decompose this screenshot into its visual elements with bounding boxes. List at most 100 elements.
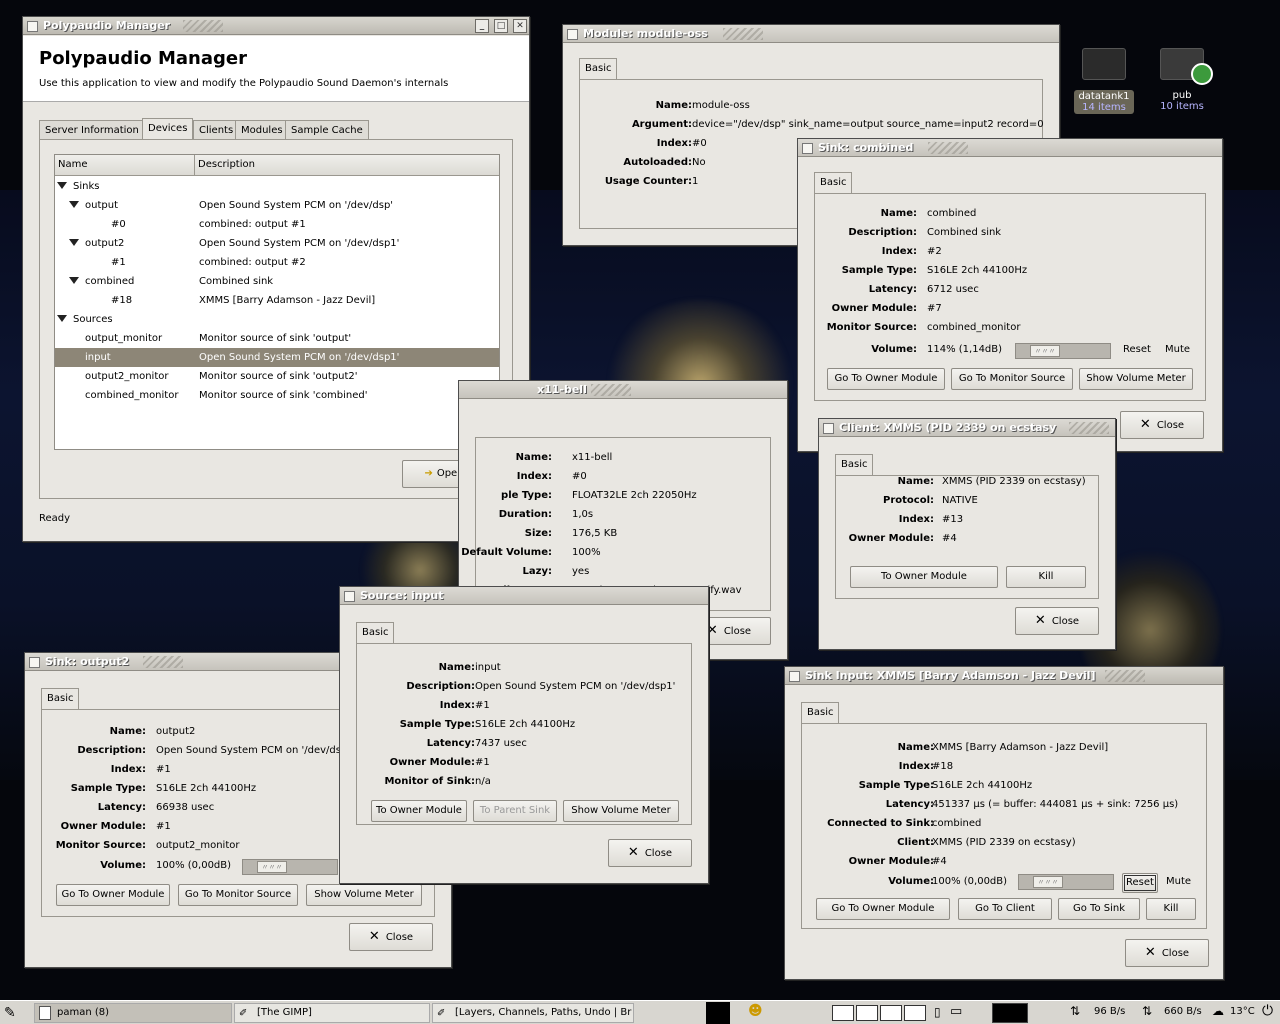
workspace-3[interactable] — [880, 1005, 902, 1021]
field-label: Name: — [897, 742, 934, 753]
maximize-icon[interactable]: □ — [494, 19, 508, 33]
weather-temp: 13°C — [1230, 1006, 1255, 1017]
tree-row[interactable]: Sources — [55, 310, 499, 329]
volume-slider[interactable]: 〃〃〃 — [1018, 874, 1114, 890]
sink-combined-window: Sink: combined Basic Name: combined Descri… — [797, 138, 1223, 452]
expander-icon[interactable] — [57, 182, 67, 189]
to-owner-module-button[interactable]: To Owner Module — [850, 566, 998, 588]
window-menu-icon[interactable] — [27, 21, 38, 32]
expander-icon[interactable] — [69, 201, 79, 208]
to-owner-module-button[interactable]: To Owner Module — [371, 800, 467, 822]
tab-basic[interactable]: Basic — [814, 172, 853, 194]
reset-button[interactable]: Reset — [1122, 873, 1158, 893]
title-bar[interactable]: Sink: combined — [798, 139, 1222, 157]
foot-menu-icon[interactable]: ✎ — [4, 1005, 16, 1021]
volume-slider-handle[interactable]: 〃〃〃 — [1033, 876, 1063, 888]
task-gimp-layers[interactable]: ✐ [Layers, Channels, Paths, Undo | Br — [432, 1003, 634, 1023]
tab-basic[interactable]: Basic — [835, 454, 874, 476]
title-bar[interactable]: Client: XMMS (PID 2339 on ecstasy — [819, 419, 1115, 437]
client-window: Client: XMMS (PID 2339 on ecstasy Basic … — [818, 418, 1116, 650]
window-menu-icon[interactable] — [344, 591, 355, 602]
window-menu-icon[interactable] — [802, 143, 813, 154]
title-bar[interactable]: Source: input — [340, 587, 708, 605]
expander-icon[interactable] — [69, 277, 79, 284]
column-header-description[interactable]: Description — [195, 155, 499, 176]
close-button[interactable]: ✕ Close — [349, 923, 433, 951]
tree-row[interactable]: #18 XMMS [Barry Adamson - Jazz Devil] — [55, 291, 499, 310]
column-header-name[interactable]: Name — [55, 155, 195, 176]
close-button[interactable]: ✕ Close — [1125, 939, 1209, 967]
tree-row[interactable]: #1 combined: output #2 — [55, 253, 499, 272]
go-to-owner-module-button[interactable]: Go To Owner Module — [827, 368, 945, 390]
tree-row[interactable]: output2 Open Sound System PCM on '/dev/ds… — [55, 234, 499, 253]
title-bar[interactable]: x11-bell — [459, 381, 787, 399]
tree-row[interactable]: combined Combined sink — [55, 272, 499, 291]
close-button[interactable]: ✕ Close — [1120, 411, 1204, 439]
go-to-monitor-source-button[interactable]: Go To Monitor Source — [178, 884, 298, 906]
title-bar[interactable]: Polypaudio Manager _ □ ✕ — [23, 17, 529, 35]
reset-button[interactable]: Reset — [1123, 344, 1151, 355]
expander-icon[interactable] — [69, 239, 79, 246]
show-desktop-icon[interactable]: ▯ — [934, 1005, 941, 1019]
workspace-4[interactable] — [904, 1005, 926, 1021]
tree-row[interactable]: output Open Sound System PCM on '/dev/dsp… — [55, 196, 499, 215]
workspace-1[interactable] — [832, 1005, 854, 1021]
tree-row[interactable]: output2_monitor Monitor source of sink 'o… — [55, 367, 499, 386]
mute-toggle[interactable]: Mute — [1166, 876, 1191, 887]
field-label: Name: — [880, 208, 917, 219]
kill-button[interactable]: Kill — [1006, 566, 1086, 588]
kill-button[interactable]: Kill — [1146, 898, 1196, 920]
tab-basic[interactable]: Basic — [356, 622, 395, 644]
show-volume-meter-button[interactable]: Show Volume Meter — [1079, 368, 1193, 390]
tab-clients[interactable]: Clients — [193, 120, 240, 140]
tree-row[interactable]: #0 combined: output #1 — [55, 215, 499, 234]
close-icon[interactable]: ✕ — [513, 19, 527, 33]
power-icon[interactable]: ⏻ — [1262, 1003, 1273, 1019]
workspace-2[interactable] — [856, 1005, 878, 1021]
tab-basic[interactable]: Basic — [579, 58, 618, 80]
desktop-icon-pub[interactable]: pub 10 items — [1152, 48, 1213, 112]
tab-devices[interactable]: Devices — [142, 118, 194, 140]
gaim-icon[interactable]: ☻ — [748, 1003, 763, 1019]
window-menu-icon[interactable] — [29, 657, 40, 668]
go-to-owner-module-button[interactable]: Go To Owner Module — [56, 884, 170, 906]
show-volume-meter-button[interactable]: Show Volume Meter — [563, 800, 679, 822]
tree-row[interactable]: combined_monitor Monitor source of sink '… — [55, 386, 499, 405]
window-menu-icon[interactable] — [567, 29, 578, 40]
tree-row[interactable]: Sinks — [55, 177, 499, 196]
title-bar[interactable]: Sink Input: XMMS [Barry Adamson - Jazz D… — [785, 667, 1223, 685]
volume-slider-handle[interactable]: 〃〃〃 — [1030, 345, 1060, 357]
go-to-sink-button[interactable]: Go To Sink — [1058, 898, 1140, 920]
folder-icon[interactable]: ▭ — [950, 1004, 962, 1019]
task-gimp[interactable]: ✐ [The GIMP] — [234, 1003, 430, 1023]
volume-slider[interactable]: 〃〃〃 — [242, 859, 338, 875]
go-to-monitor-source-button[interactable]: Go To Monitor Source — [951, 368, 1073, 390]
volume-slider[interactable]: 〃〃〃 — [1015, 343, 1111, 359]
minimize-icon[interactable]: _ — [475, 19, 489, 33]
go-to-owner-module-button[interactable]: Go To Owner Module — [816, 898, 950, 920]
go-to-client-button[interactable]: Go To Client — [958, 898, 1052, 920]
tab-modules[interactable]: Modules — [235, 120, 289, 140]
devices-tree[interactable]: Name Description Sinks output Open Sound S… — [54, 154, 500, 450]
desktop-icon-datatank1[interactable]: datatank1 14 items — [1074, 48, 1134, 114]
tab-server-information[interactable]: Server Information — [39, 120, 145, 140]
close-button-label: Close — [1161, 948, 1190, 959]
show-volume-meter-button[interactable]: Show Volume Meter — [306, 884, 422, 906]
field-value: Open Sound System PCM on '/dev/ds — [156, 745, 341, 756]
mute-toggle[interactable]: Mute — [1165, 344, 1190, 355]
volume-slider-handle[interactable]: 〃〃〃 — [257, 861, 287, 873]
tab-sample-cache[interactable]: Sample Cache — [285, 120, 369, 140]
tab-basic[interactable]: Basic — [41, 688, 80, 710]
close-button[interactable]: ✕ Close — [608, 839, 692, 867]
tab-basic[interactable]: Basic — [801, 702, 840, 724]
task-paman[interactable]: paman (8) — [34, 1003, 232, 1023]
tree-row[interactable]: output_monitor Monitor source of sink 'ou… — [55, 329, 499, 348]
expander-icon[interactable] — [57, 315, 67, 322]
window-menu-icon[interactable] — [789, 671, 800, 682]
tree-row[interactable]: input Open Sound System PCM on '/dev/dsp1… — [55, 348, 499, 367]
window-menu-icon[interactable] — [823, 423, 834, 434]
to-parent-sink-button[interactable]: To Parent Sink — [473, 800, 557, 822]
close-button[interactable]: ✕ Close — [1015, 607, 1099, 635]
title-bar[interactable]: Module: module-oss — [563, 25, 1059, 43]
tray-app-icon[interactable] — [706, 1002, 730, 1024]
